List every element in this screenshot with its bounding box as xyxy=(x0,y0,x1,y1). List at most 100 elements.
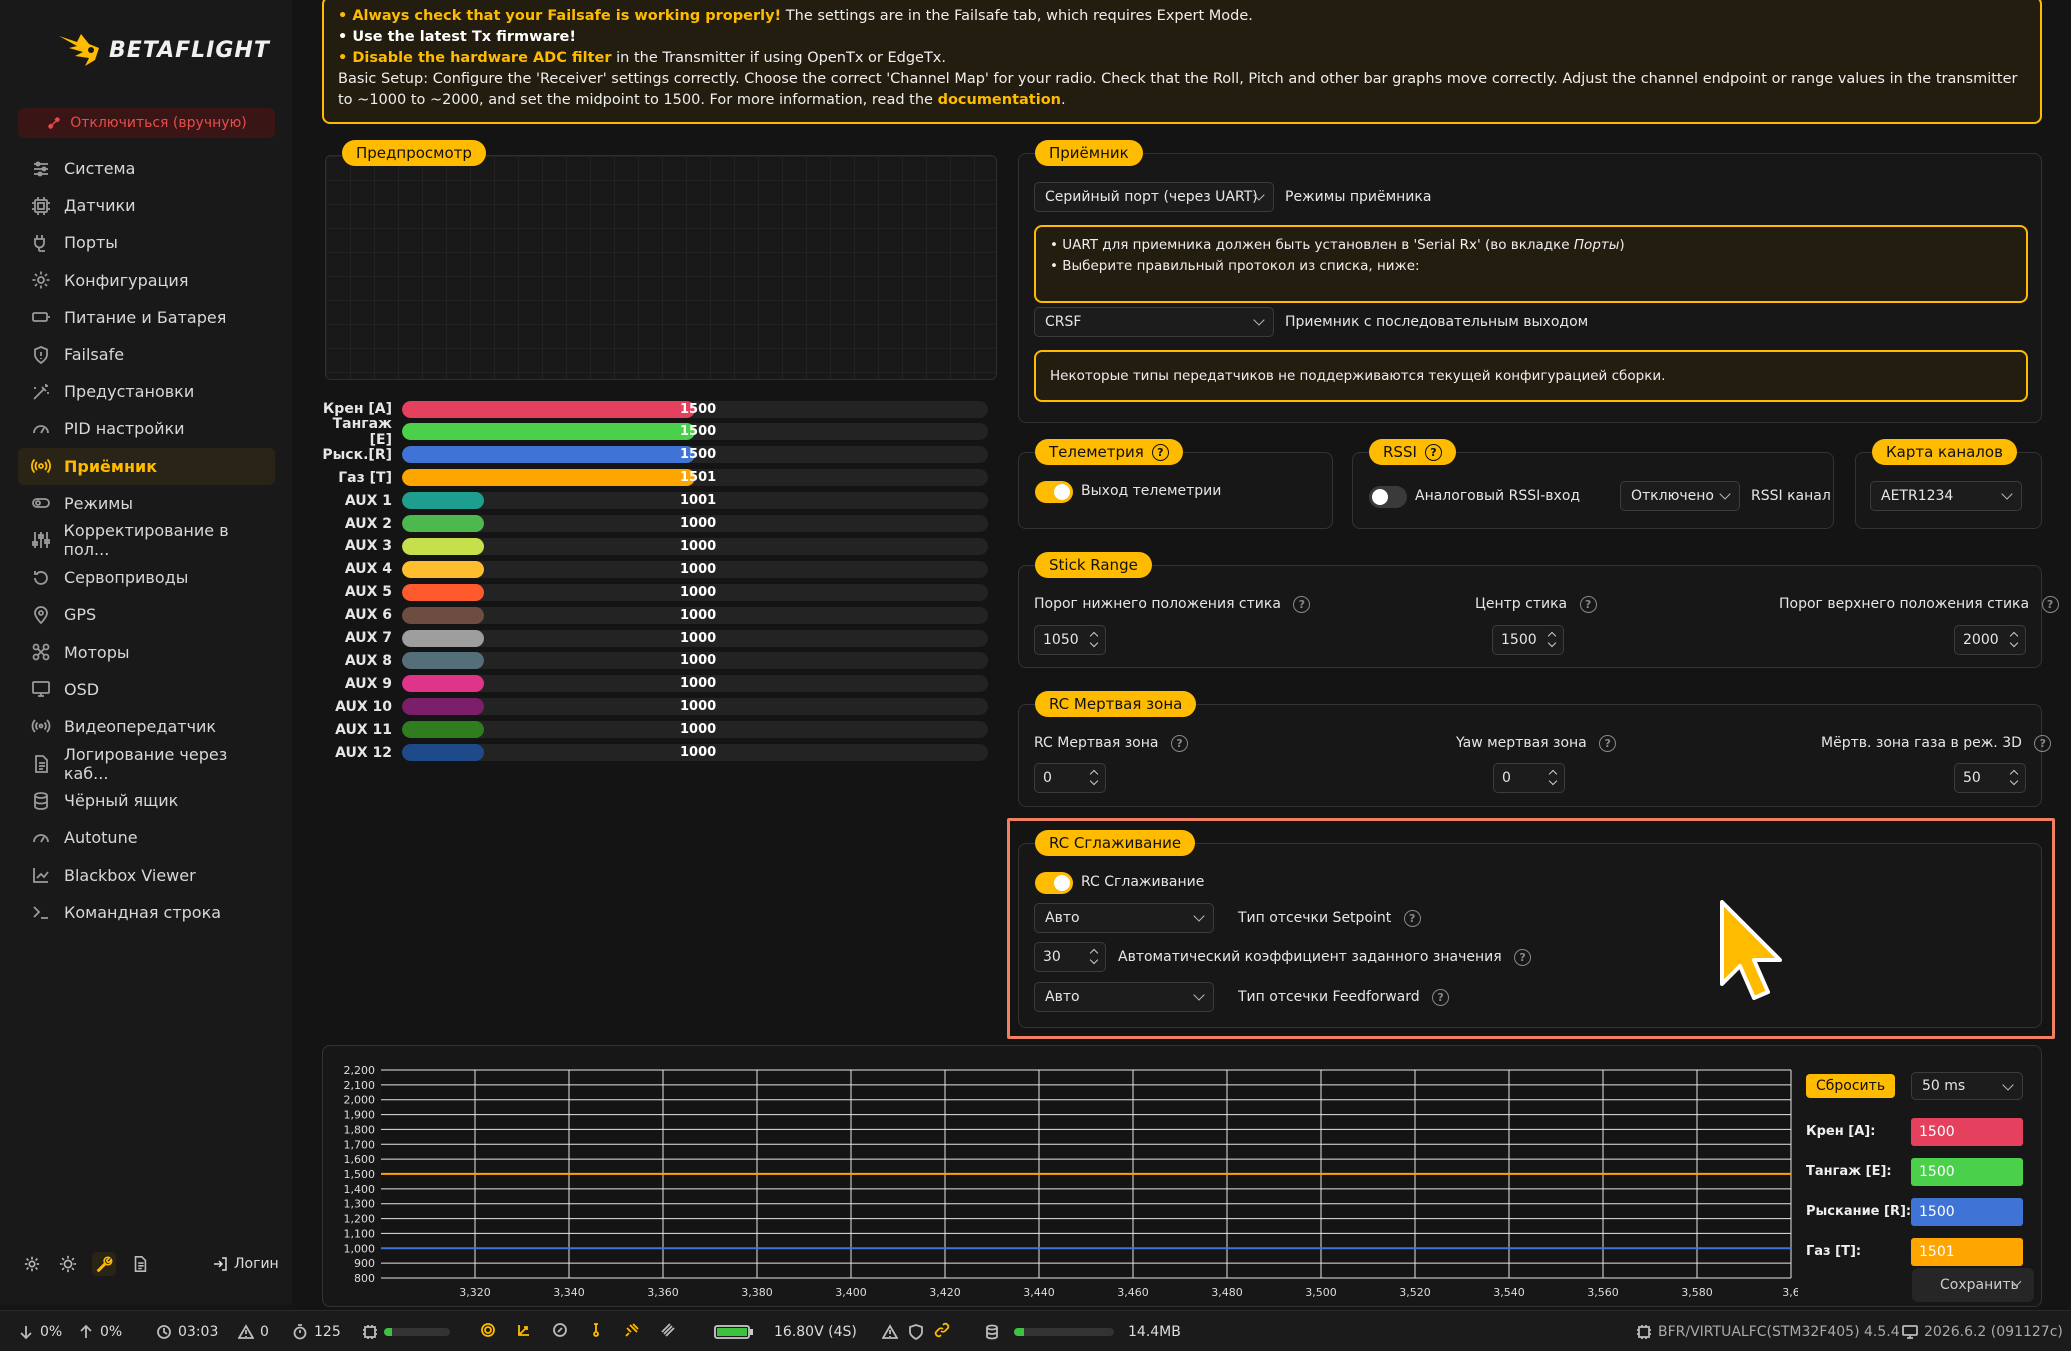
rc-deadband-input[interactable]: 0 xyxy=(1034,763,1106,793)
sidebar-item-9[interactable]: Режимы xyxy=(18,485,275,522)
rc-smoothing-toggle[interactable] xyxy=(1035,872,1073,894)
login-button[interactable]: Логин xyxy=(212,1256,279,1272)
channel-label: AUX 2 xyxy=(344,515,392,532)
channel-value: 1001 xyxy=(680,493,717,509)
sidebar-item-0[interactable]: Система xyxy=(18,150,275,187)
documentation-link[interactable]: documentation xyxy=(938,92,1061,108)
sidebar-item-15[interactable]: Видеопередатчик xyxy=(18,708,275,745)
save-button[interactable]: Сохранить xyxy=(1912,1268,2034,1302)
channel-bar-track: 1001 xyxy=(402,492,988,510)
sidebar-item-12[interactable]: GPS xyxy=(18,596,275,633)
deadband-panel: RC Мертвая зона RC Мертвая зона ? 0 Yaw … xyxy=(1018,691,2052,807)
help-icon[interactable]: ? xyxy=(1514,949,1532,966)
sidebar-item-19[interactable]: Blackbox Viewer xyxy=(18,857,275,894)
sidebar-item-label: PID настройки xyxy=(64,419,185,439)
stick-high-input[interactable]: 2000 xyxy=(1954,625,2026,655)
pin-icon xyxy=(30,604,52,626)
sidebar-item-2[interactable]: Порты xyxy=(18,224,275,261)
channel-row: AUX 6 1000 xyxy=(322,606,1002,624)
rssi-toggle[interactable] xyxy=(1369,486,1407,508)
protocol-select[interactable]: CRSF xyxy=(1034,307,1274,337)
link-icon xyxy=(934,1322,950,1337)
sidebar-item-label: Failsafe xyxy=(64,345,125,365)
sidebar-item-label: Чёрный ящик xyxy=(64,791,179,811)
channel-bar-fill xyxy=(402,423,695,441)
yaw-deadband-label: Yaw мертвая зона ? xyxy=(1456,735,1617,752)
settings-gear-icon[interactable] xyxy=(20,1252,44,1276)
channel-map-select[interactable]: AETR1234 xyxy=(1870,481,2022,511)
auto-factor-input[interactable]: 30 xyxy=(1034,942,1106,972)
channel-row: AUX 3 1000 xyxy=(322,537,1002,555)
help-icon[interactable]: ? xyxy=(1151,443,1169,461)
sidebar-item-10[interactable]: Корректирование в пол... xyxy=(18,521,275,559)
channel-row: Крен [A] 1500 xyxy=(322,400,1002,418)
channel-value: 1000 xyxy=(680,699,717,715)
chevron-down-icon xyxy=(1193,910,1205,922)
sidebar-item-17[interactable]: Чёрный ящик xyxy=(18,782,275,819)
feedforward-cutoff-label: Тип отсечки Feedforward ? xyxy=(1238,989,1450,1006)
sidebar-item-label: Моторы xyxy=(64,642,130,662)
database-icon xyxy=(30,790,52,812)
help-icon[interactable]: ? xyxy=(1170,735,1188,752)
legend-label: Газ [T]: xyxy=(1806,1244,1862,1259)
telemetry-toggle[interactable] xyxy=(1035,481,1073,503)
rc-smoothing-label: RC Сглаживание xyxy=(1081,874,1205,890)
setpoint-cutoff-select[interactable]: Авто xyxy=(1034,903,1214,933)
sidebar-item-11[interactable]: Сервоприводы xyxy=(18,559,275,596)
x-tick-label: 3,500 xyxy=(1305,1286,1337,1299)
help-icon[interactable]: ? xyxy=(1432,989,1450,1006)
gyro-icon xyxy=(481,1322,495,1337)
stick-center-input[interactable]: 1500 xyxy=(1492,625,1564,655)
sidebar-item-6[interactable]: Предустановки xyxy=(18,373,275,410)
sidebar-item-14[interactable]: OSD xyxy=(18,671,275,708)
feedforward-cutoff-select[interactable]: Авто xyxy=(1034,982,1214,1012)
channel-value: 1000 xyxy=(680,584,717,600)
yaw-deadband-input[interactable]: 0 xyxy=(1493,763,1565,793)
warning-icon xyxy=(882,1323,898,1339)
file-icon xyxy=(30,753,52,775)
sidebar-item-18[interactable]: Autotune xyxy=(18,819,275,856)
notice-failsafe-warning: • Always check that your Failsafe is wor… xyxy=(338,8,782,24)
sidebar-item-20[interactable]: Командная строка xyxy=(18,894,275,931)
sidebar-item-3[interactable]: Конфигурация xyxy=(18,262,275,299)
document-icon[interactable] xyxy=(128,1252,152,1276)
receiver-mode-label: Режимы приёмника xyxy=(1285,189,1432,205)
channel-row: AUX 1 1001 xyxy=(322,492,1002,510)
disconnect-label: Отключиться (вручную) xyxy=(70,115,247,131)
help-icon[interactable]: ? xyxy=(1424,443,1442,461)
rssi-channel-select[interactable]: Отключено xyxy=(1620,481,1740,511)
reset-button[interactable]: Сбросить xyxy=(1806,1074,1896,1098)
sidebar-item-8[interactable]: Приёмник xyxy=(18,447,275,485)
help-icon[interactable]: ? xyxy=(1579,596,1597,613)
sidebar-item-16[interactable]: Логирование через каб... xyxy=(18,745,275,783)
receiver-mode-select[interactable]: Серийный порт (через UART) xyxy=(1034,182,1274,212)
y-tick-label: 2,200 xyxy=(344,1064,376,1077)
help-icon[interactable]: ? xyxy=(2034,735,2052,752)
disconnect-button[interactable]: Отключиться (вручную) xyxy=(18,108,275,138)
channel-row: AUX 8 1000 xyxy=(322,652,1002,670)
help-icon[interactable]: ? xyxy=(1599,735,1617,752)
sidebar-item-label: Датчики xyxy=(64,196,136,216)
stick-low-label: Порог нижнего положения стика ? xyxy=(1034,596,1311,613)
setup-notice: • Always check that your Failsafe is wor… xyxy=(322,0,2042,124)
sidebar-item-4[interactable]: Питание и Батарея xyxy=(18,299,275,336)
channel-bar-track: 1000 xyxy=(402,583,988,601)
wrench-icon[interactable] xyxy=(92,1252,116,1276)
theme-sun-icon[interactable] xyxy=(56,1252,80,1276)
channel-label: AUX 11 xyxy=(335,721,392,738)
help-icon[interactable]: ? xyxy=(1293,596,1311,613)
sidebar-item-7[interactable]: PID настройки xyxy=(18,410,275,447)
interval-select[interactable]: 50 ms xyxy=(1911,1072,2023,1100)
sidebar-item-13[interactable]: Моторы xyxy=(18,633,275,670)
help-icon[interactable]: ? xyxy=(1403,910,1421,927)
sidebar-item-1[interactable]: Датчики xyxy=(18,187,275,224)
stick-low-input[interactable]: 1050 xyxy=(1034,625,1106,655)
sidebar-item-5[interactable]: Failsafe xyxy=(18,336,275,373)
channel-value: 1500 xyxy=(680,424,717,440)
help-icon[interactable]: ? xyxy=(2041,596,2059,613)
throttle-deadband-input[interactable]: 50 xyxy=(1954,763,2026,793)
x-tick-label: 3,360 xyxy=(647,1286,679,1299)
uart-info-box: • UART для приемника должен быть установ… xyxy=(1034,225,2028,303)
channel-bar-fill xyxy=(402,606,484,624)
channel-bar-fill xyxy=(402,492,484,510)
